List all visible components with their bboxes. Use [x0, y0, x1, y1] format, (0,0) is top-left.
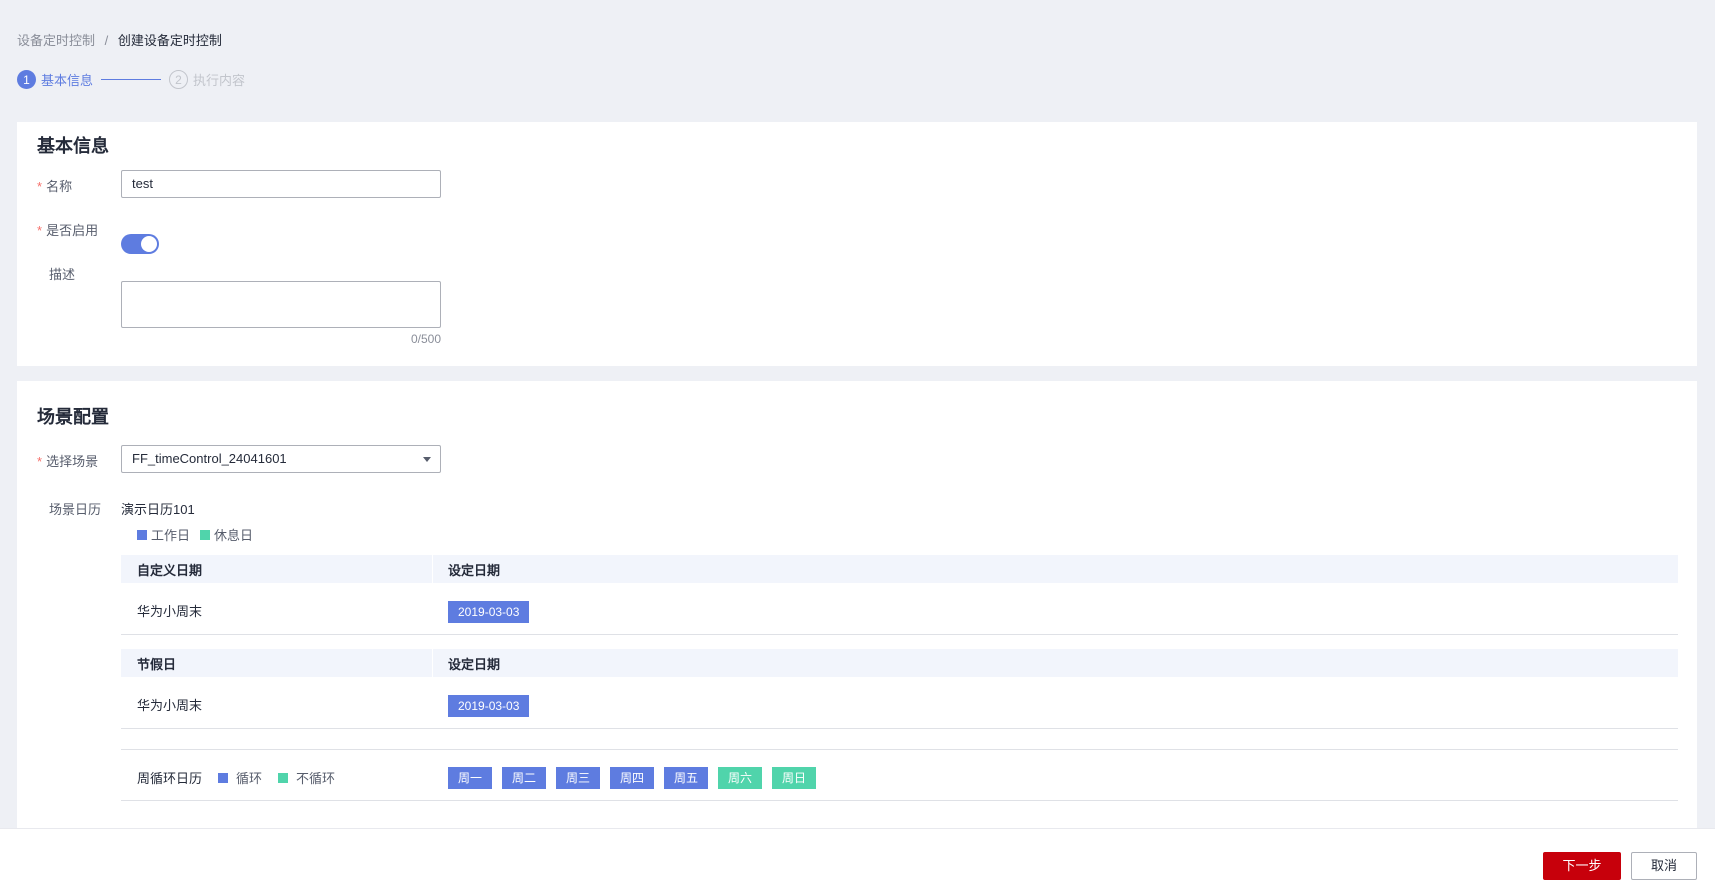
custom-date-table: 自定义日期 设定日期 华为小周末 2019-03-03 — [121, 555, 1678, 635]
basic-info-title: 基本信息 — [37, 136, 109, 156]
column-header: 自定义日期 — [137, 562, 203, 578]
enable-label: * 是否启用 — [37, 223, 99, 238]
scene-select[interactable]: FF_timeControl_24041601 — [121, 445, 441, 473]
stepper: 1 基本信息 2 执行内容 — [17, 70, 245, 89]
basic-info-card: 基本信息 * 名称 test * 是否启用 描述 0/500 — [17, 122, 1697, 366]
breadcrumb-parent-link[interactable]: 设备定时控制 — [17, 33, 95, 48]
breadcrumb-separator: / — [104, 33, 109, 48]
step-1-label: 基本信息 — [41, 73, 94, 88]
legend-workday: 工作日 — [137, 525, 190, 544]
next-step-button[interactable]: 下一步 — [1543, 852, 1621, 880]
name-input[interactable]: test — [121, 170, 441, 198]
breadcrumb-current: 创建设备定时控制 — [117, 33, 222, 48]
step-1-number: 1 — [17, 70, 36, 89]
date-tag: 2019-03-03 — [448, 601, 530, 623]
row-name: 华为小周末 — [137, 604, 203, 619]
name-label: * 名称 — [37, 179, 73, 194]
step-connector — [101, 79, 162, 80]
calendar-name: 演示日历101 — [121, 502, 195, 517]
chevron-down-icon — [423, 457, 431, 462]
step-2-label: 执行内容 — [193, 73, 246, 88]
required-asterisk: * — [37, 454, 43, 469]
day-tag-sun: 周日 — [772, 767, 816, 789]
enable-toggle[interactable] — [121, 234, 159, 254]
scene-calendar-label: 场景日历 — [49, 502, 102, 517]
holiday-table: 节假日 设定日期 华为小周末 2019-03-03 — [121, 649, 1678, 729]
description-label: 描述 — [49, 267, 76, 282]
breadcrumb: 设备定时控制 / 创建设备定时控制 — [17, 30, 222, 49]
step-basic-info: 1 基本信息 — [17, 70, 93, 89]
footer-bar: 下一步 取消 — [0, 828, 1715, 896]
day-tag-tue: 周二 — [502, 767, 546, 789]
workday-swatch-icon — [137, 529, 147, 540]
date-tag: 2019-03-03 — [448, 695, 530, 717]
scene-config-card: 场景配置 * 选择场景 FF_timeControl_24041601 场景日历 … — [17, 381, 1697, 831]
cancel-button[interactable]: 取消 — [1631, 852, 1697, 880]
cycle-swatch-icon — [218, 772, 229, 783]
day-tag-fri: 周五 — [664, 767, 708, 789]
description-textarea[interactable] — [121, 281, 441, 328]
calendar-legend: 工作日 休息日 — [137, 525, 263, 544]
select-scene-label: * 选择场景 — [37, 454, 99, 469]
day-tag-wed: 周三 — [556, 767, 600, 789]
table-header: 自定义日期 设定日期 — [121, 555, 1678, 583]
weekly-calendar-label: 周循环日历 循环 不循环 — [137, 771, 336, 786]
row-name: 华为小周末 — [137, 698, 203, 713]
column-header: 设定日期 — [448, 656, 501, 672]
step-2-number: 2 — [169, 70, 189, 89]
toggle-knob — [141, 236, 157, 252]
table-row: 华为小周末 2019-03-03 — [121, 583, 1678, 635]
day-tag-sat: 周六 — [718, 767, 762, 789]
table-row: 华为小周末 2019-03-03 — [121, 677, 1678, 729]
restday-swatch-icon — [200, 529, 211, 540]
scene-select-value: FF_timeControl_24041601 — [132, 451, 287, 466]
description-counter: 0/500 — [410, 332, 441, 346]
column-header: 设定日期 — [448, 562, 501, 578]
scene-config-title: 场景配置 — [37, 407, 109, 427]
step-execution-content: 2 执行内容 — [169, 70, 245, 89]
required-asterisk: * — [37, 179, 43, 194]
column-header: 节假日 — [137, 656, 177, 672]
noncycle-swatch-icon — [278, 772, 289, 783]
weekday-tags: 周一 周二 周三 周四 周五 周六 周日 — [448, 767, 826, 789]
legend-restday: 休息日 — [200, 525, 253, 544]
weekly-calendar-row: 周循环日历 循环 不循环 周一 周二 周三 周四 周五 周六 周日 — [121, 749, 1678, 801]
day-tag-thu: 周四 — [610, 767, 654, 789]
day-tag-mon: 周一 — [448, 767, 492, 789]
required-asterisk: * — [37, 223, 43, 238]
table-header: 节假日 设定日期 — [121, 649, 1678, 677]
